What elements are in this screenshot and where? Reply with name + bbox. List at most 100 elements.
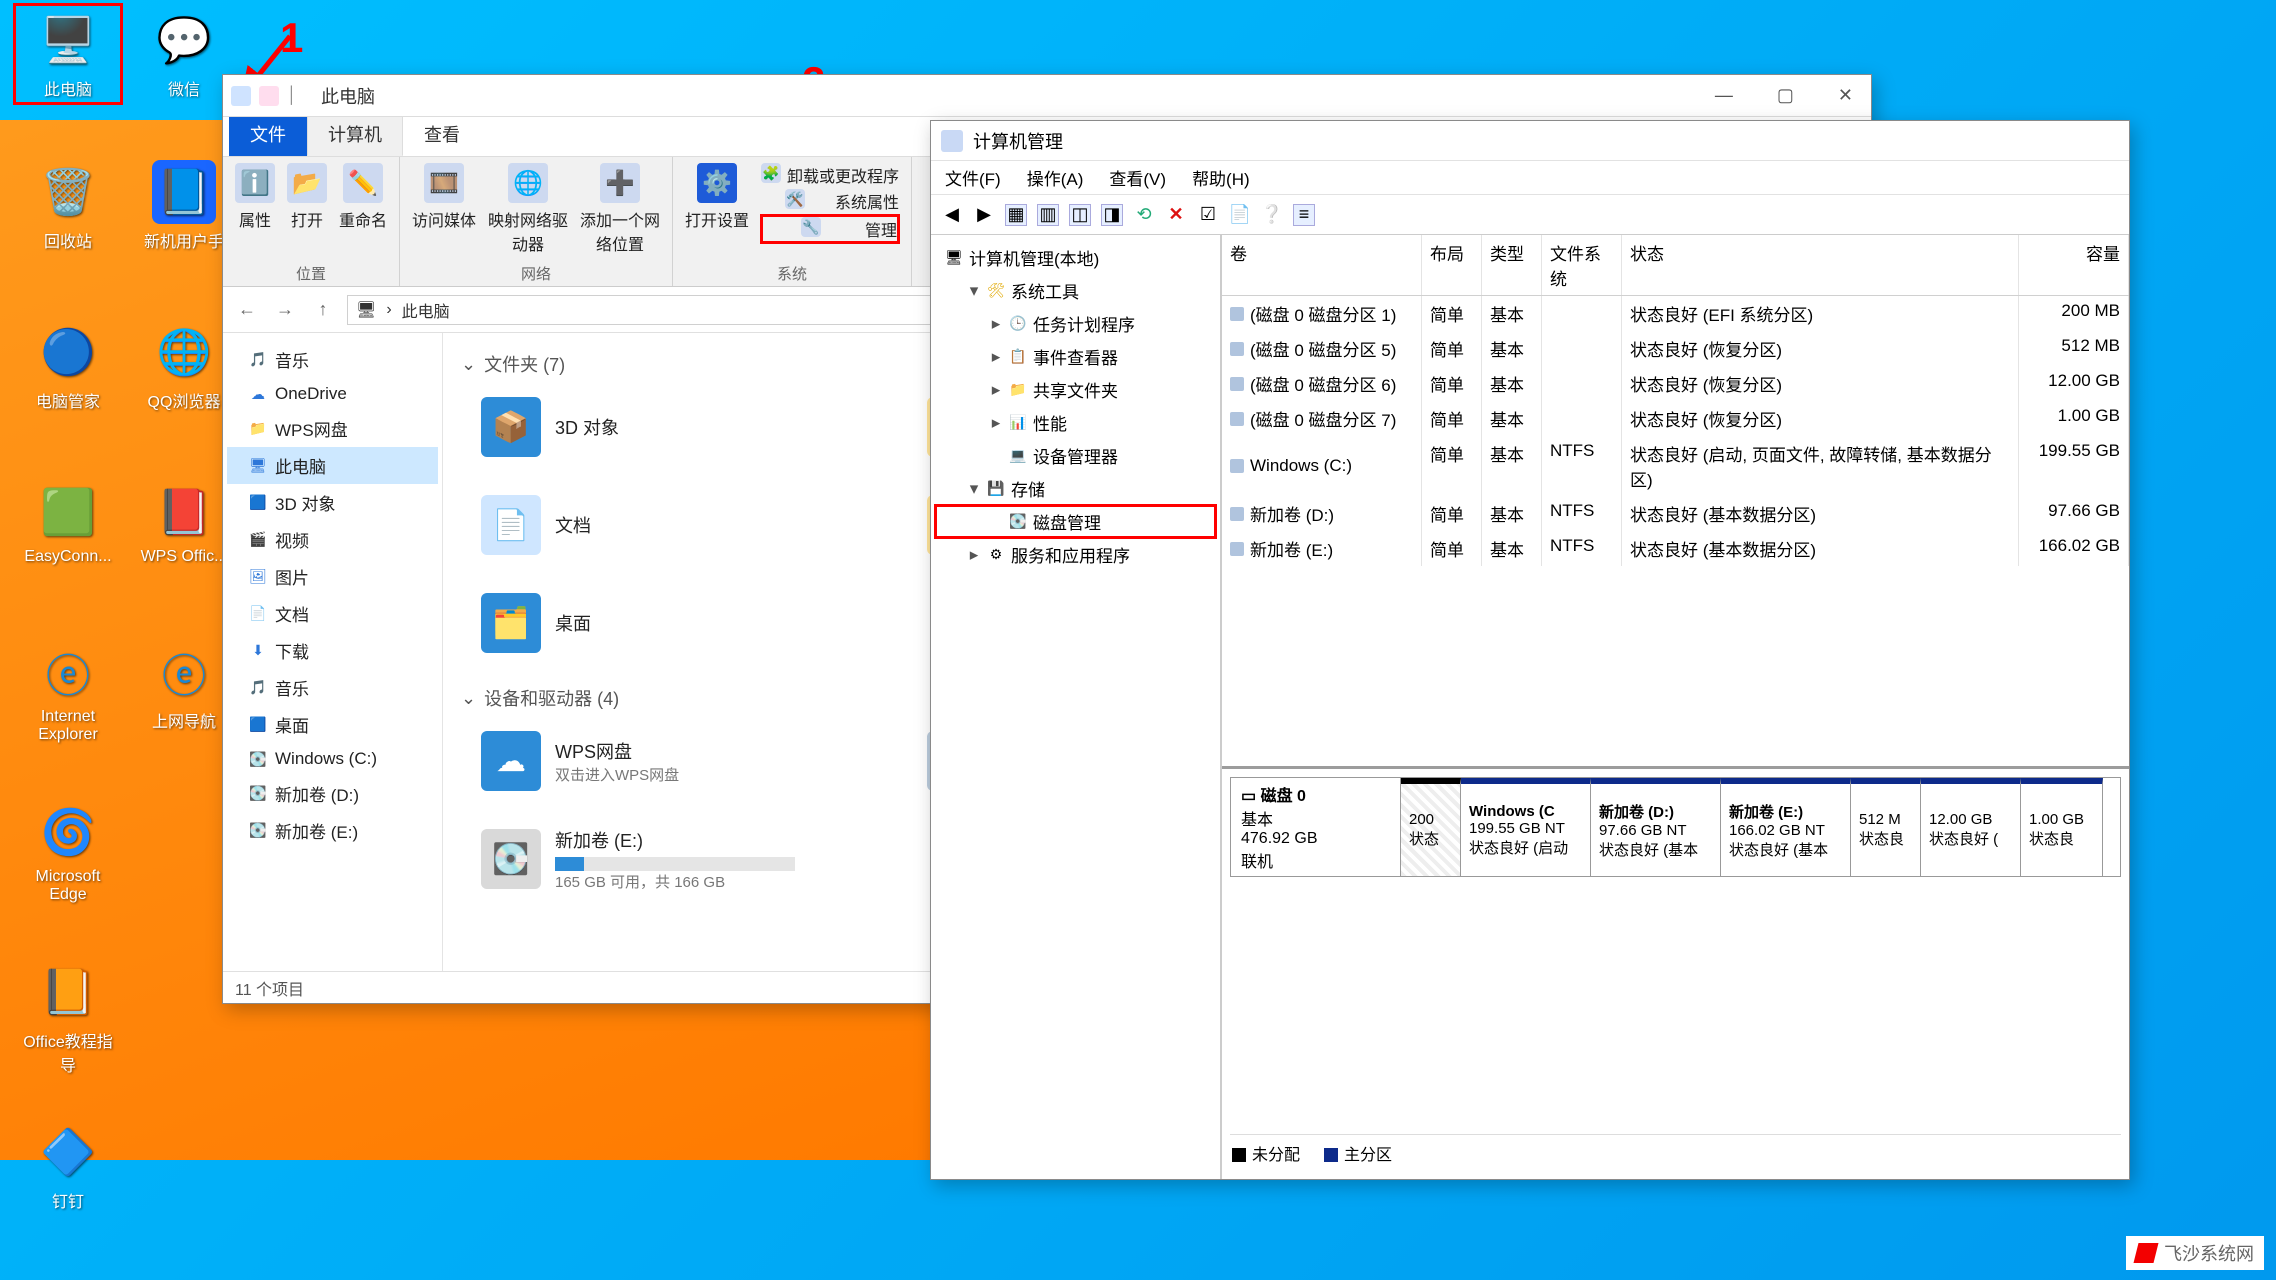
partition[interactable]: 新加卷 (D:)97.66 GB NT状态良好 (基本 (1591, 778, 1721, 876)
col-status[interactable]: 状态 (1622, 235, 2019, 295)
table-row[interactable]: 新加卷 (D:) 简单 基本 NTFS 状态良好 (基本数据分区) 97.66 … (1222, 496, 2129, 531)
col-fs[interactable]: 文件系统 (1542, 235, 1622, 295)
desktop-icon-easyconn[interactable]: 🟩 EasyConn... (18, 480, 118, 566)
desktop-icon-office[interactable]: 📙 Office教程指导 (18, 960, 118, 1076)
expand-icon[interactable]: ▸ (989, 380, 1003, 400)
expand-icon[interactable]: ▸ (967, 545, 981, 565)
table-row[interactable]: (磁盘 0 磁盘分区 5) 简单 基本 状态良好 (恢复分区) 512 MB (1222, 331, 2129, 366)
desktop-icon-dingtalk[interactable]: 🔷 钉钉 (18, 1120, 118, 1212)
panel-btn[interactable]: ◫ (1069, 204, 1091, 226)
desktop-icon-wps[interactable]: 📕 WPS Offic... (134, 480, 234, 566)
tree-root[interactable]: 🖥计算机管理(本地) (935, 241, 1216, 274)
desktop-icon-nav[interactable]: ⓔ 上网导航 (134, 640, 234, 732)
tree-devmgr[interactable]: 💻设备管理器 (935, 439, 1216, 472)
new-icon[interactable]: 📄 (1229, 204, 1251, 226)
ribbon-map-drive[interactable]: 🌐映射网络驱动器 (488, 163, 568, 255)
expand-icon[interactable]: ▸ (989, 413, 1003, 433)
collapse-icon[interactable]: ▾ (967, 281, 981, 301)
col-cap[interactable]: 容量 (2019, 235, 2129, 295)
nav-music[interactable]: 🎵音乐 (227, 341, 438, 378)
nav-wpsdisk[interactable]: 📁WPS网盘 (227, 410, 438, 447)
partition[interactable]: 新加卷 (E:)166.02 GB NT状态良好 (基本 (1721, 778, 1851, 876)
table-row[interactable]: 新加卷 (E:) 简单 基本 NTFS 状态良好 (基本数据分区) 166.02… (1222, 531, 2129, 566)
nav-3dobjects[interactable]: 🟦3D 对象 (227, 484, 438, 521)
back-button[interactable]: ← (233, 296, 261, 324)
tab-view[interactable]: 查看 (403, 112, 481, 156)
tile-drive-e[interactable]: 💽 新加卷 (E:)165 GB 可用，共 166 GB (481, 823, 891, 895)
up-button[interactable]: ↑ (309, 296, 337, 324)
props-icon[interactable]: ☑ (1197, 204, 1219, 226)
tree-perf[interactable]: ▸📊性能 (935, 406, 1216, 439)
col-layout[interactable]: 布局 (1422, 235, 1482, 295)
collapse-icon[interactable]: ▾ (967, 479, 981, 499)
help-icon[interactable]: ❔ (1261, 204, 1283, 226)
desktop-icon-recycle[interactable]: 🗑️ 回收站 (18, 160, 118, 252)
nav-desktop[interactable]: 🟦桌面 (227, 706, 438, 743)
nav-drive-e[interactable]: 💽新加卷 (E:) (227, 812, 438, 849)
disk-header[interactable]: ▭ 磁盘 0 基本 476.92 GB 联机 (1231, 778, 1401, 876)
nav-downloads[interactable]: ⬇下载 (227, 632, 438, 669)
partition[interactable]: 512 M状态良 (1851, 778, 1921, 876)
desktop-icon-pcmgr[interactable]: 🔵 电脑管家 (18, 320, 118, 412)
tree-eventvwr[interactable]: ▸📋事件查看器 (935, 340, 1216, 373)
ribbon-settings[interactable]: ⚙️打开设置 (685, 163, 749, 231)
tab-file[interactable]: 文件 (229, 112, 307, 156)
tree-diskmgmt[interactable]: 💽磁盘管理 (935, 505, 1216, 538)
partition[interactable]: 12.00 GB状态良好 ( (1921, 778, 2021, 876)
view-btn[interactable]: ▦ (1005, 204, 1027, 226)
ribbon-properties[interactable]: ℹ️属性 (235, 163, 275, 231)
nav-drive-c[interactable]: 💽Windows (C:) (227, 743, 438, 775)
table-row[interactable]: (磁盘 0 磁盘分区 1) 简单 基本 状态良好 (EFI 系统分区) 200 … (1222, 296, 2129, 331)
expand-icon[interactable]: ▸ (989, 347, 1003, 367)
expand-icon[interactable]: ▸ (989, 314, 1003, 334)
minimize-button[interactable]: — (1705, 81, 1743, 110)
tile-wpsdisk[interactable]: ☁ WPS网盘双击进入WPS网盘 (481, 725, 891, 797)
tile-desktop[interactable]: 🗂️桌面 (481, 587, 891, 659)
menu-file[interactable]: 文件(F) (945, 165, 1001, 190)
nav-pictures[interactable]: 🖼图片 (227, 558, 438, 595)
ribbon-uninstall[interactable]: 🧩卸载或更改程序 (761, 163, 899, 187)
table-header[interactable]: 卷 布局 类型 文件系统 状态 容量 (1222, 235, 2129, 296)
nav-videos[interactable]: 🎬视频 (227, 521, 438, 558)
tab-computer[interactable]: 计算机 (307, 112, 403, 156)
forward-button[interactable]: → (271, 296, 299, 324)
partition[interactable]: 1.00 GB状态良 (2021, 778, 2103, 876)
table-row[interactable]: (磁盘 0 磁盘分区 7) 简单 基本 状态良好 (恢复分区) 1.00 GB (1222, 401, 2129, 436)
menu-view[interactable]: 查看(V) (1109, 165, 1166, 190)
mgmt-tree[interactable]: 🖥计算机管理(本地) ▾🛠系统工具 ▸🕒任务计划程序 ▸📋事件查看器 ▸📁共享文… (931, 235, 1221, 1179)
desktop-icon-wechat[interactable]: 💬 微信 (134, 8, 234, 100)
delete-icon[interactable]: ✕ (1165, 204, 1187, 226)
tile-documents[interactable]: 📄文档 (481, 489, 891, 561)
partition[interactable]: Windows (C199.55 GB NT状态良好 (启动 (1461, 778, 1591, 876)
desktop-icon-ie[interactable]: ⓔ Internet Explorer (18, 640, 118, 744)
list-icon[interactable]: ≡ (1293, 204, 1315, 226)
tree-storage[interactable]: ▾💾存储 (935, 472, 1216, 505)
tree-shared[interactable]: ▸📁共享文件夹 (935, 373, 1216, 406)
forward-icon[interactable]: ▶ (973, 204, 995, 226)
refresh-icon[interactable]: ⟲ (1133, 204, 1155, 226)
mgmt-titlebar[interactable]: 计算机管理 (931, 121, 2129, 161)
close-button[interactable]: ✕ (1828, 81, 1863, 110)
desktop-icon-qqbrowser[interactable]: 🌐 QQ浏览器 (134, 320, 234, 412)
tree-systools[interactable]: ▾🛠系统工具 (935, 274, 1216, 307)
volume-table[interactable]: 卷 布局 类型 文件系统 状态 容量 (磁盘 0 磁盘分区 1) 简单 基本 状… (1222, 235, 2129, 566)
view-btn2[interactable]: ▥ (1037, 204, 1059, 226)
col-volume[interactable]: 卷 (1222, 235, 1422, 295)
table-row[interactable]: Windows (C:) 简单 基本 NTFS 状态良好 (启动, 页面文件, … (1222, 436, 2129, 496)
titlebar[interactable]: │ 此电脑 — ▢ ✕ (223, 75, 1871, 117)
ribbon-add-netloc[interactable]: ➕添加一个网络位置 (580, 163, 660, 255)
partition[interactable]: 200状态 (1401, 778, 1461, 876)
disk-map[interactable]: ▭ 磁盘 0 基本 476.92 GB 联机 200状态Windows (C19… (1230, 777, 2121, 877)
table-row[interactable]: (磁盘 0 磁盘分区 6) 简单 基本 状态良好 (恢复分区) 12.00 GB (1222, 366, 2129, 401)
col-type[interactable]: 类型 (1482, 235, 1542, 295)
ribbon-media[interactable]: 🎞️访问媒体 (412, 163, 476, 231)
nav-drive-d[interactable]: 💽新加卷 (D:) (227, 775, 438, 812)
menu-help[interactable]: 帮助(H) (1192, 165, 1250, 190)
tile-3dobjects[interactable]: 📦3D 对象 (481, 391, 891, 463)
desktop-icon-this-pc[interactable]: 🖥️ 此电脑 (18, 8, 118, 100)
tree-services[interactable]: ▸⚙服务和应用程序 (935, 538, 1216, 571)
desktop-icon-newuser[interactable]: 📘 新机用户手 (134, 160, 234, 252)
nav-music2[interactable]: 🎵音乐 (227, 669, 438, 706)
ribbon-sysprops[interactable]: 🛠️系统属性 (761, 189, 899, 213)
nav-onedrive[interactable]: ☁OneDrive (227, 378, 438, 410)
